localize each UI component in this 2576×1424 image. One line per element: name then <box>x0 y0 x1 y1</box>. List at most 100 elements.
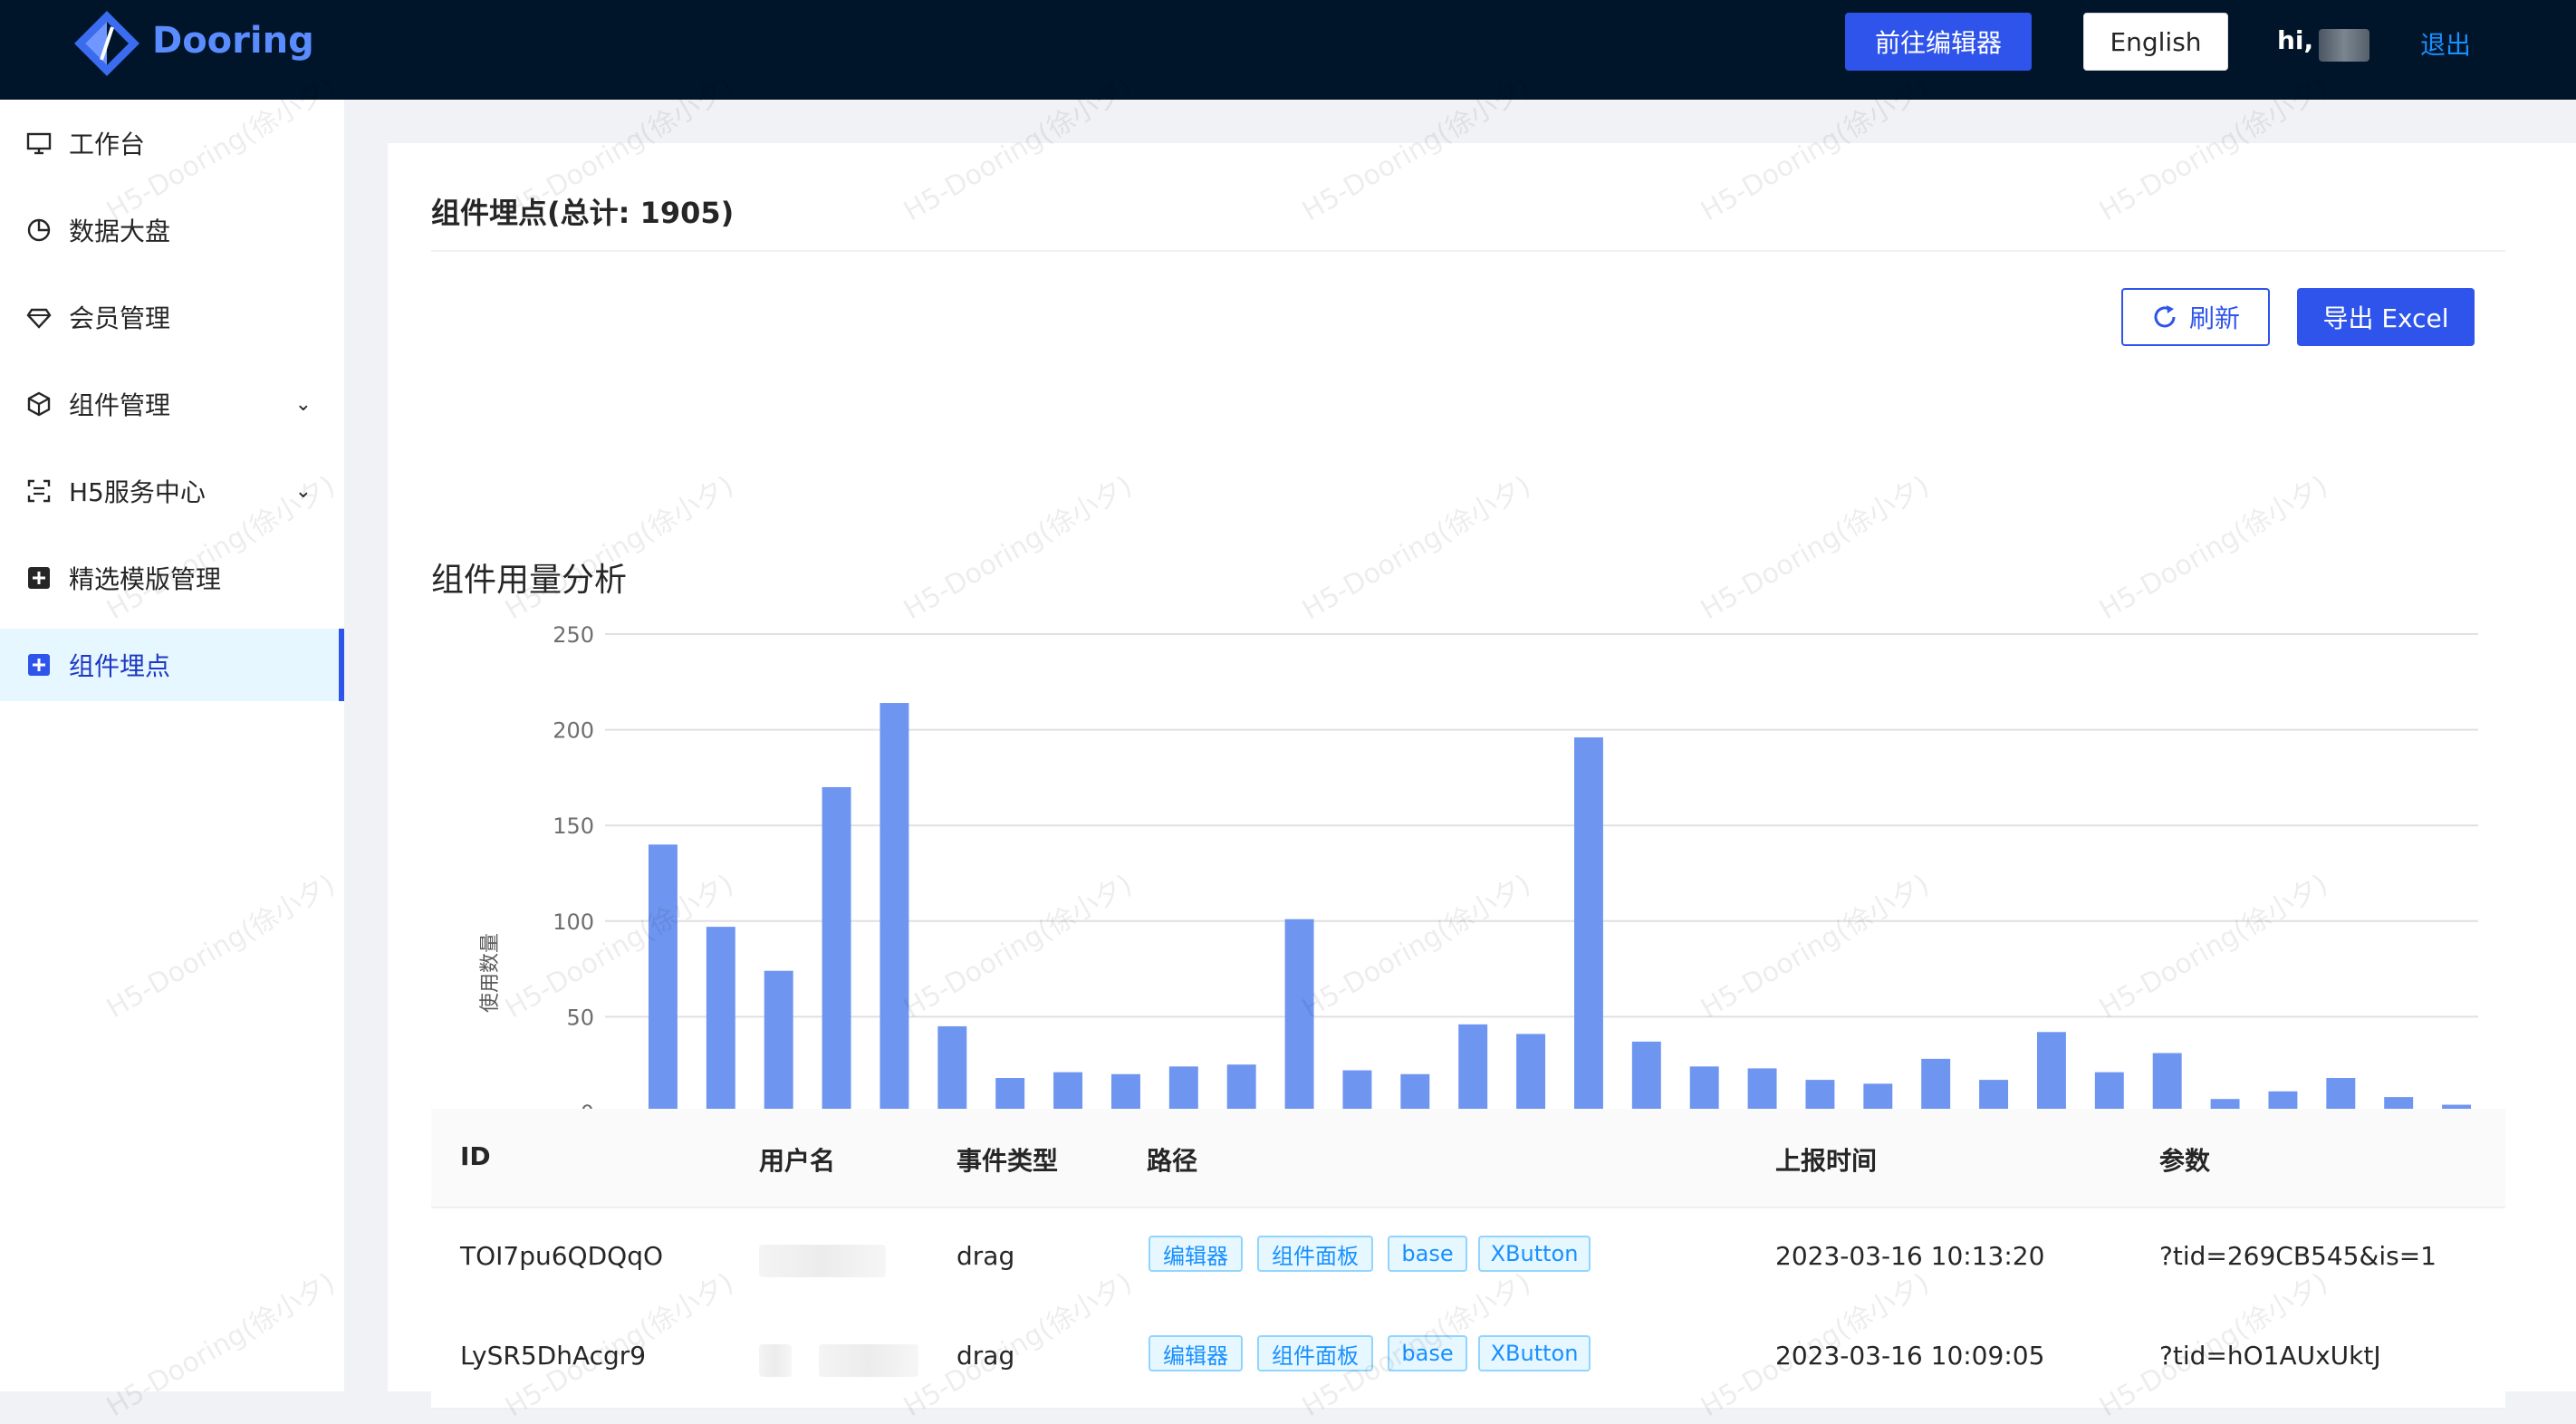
y-tick-label: 150 <box>553 813 594 839</box>
sidebar-item-dashboard[interactable]: 数据大盘 <box>0 194 344 266</box>
chevron-down-icon[interactable]: ⌄ <box>295 393 312 416</box>
pie-chart-icon <box>25 216 53 244</box>
bar <box>1747 1068 1777 1112</box>
cell-username-blurred <box>759 1344 792 1377</box>
diamond-icon <box>25 303 53 331</box>
cube-icon <box>25 390 53 418</box>
column-header-id: ID <box>460 1141 491 1171</box>
path-tag: 编辑器 <box>1149 1236 1243 1272</box>
table-header: ID 用户名 事件类型 路径 上报时间 参数 <box>431 1109 2505 1208</box>
cell-id: TOI7pu6QDQqO <box>460 1241 663 1271</box>
sidebar-item-h5-service[interactable]: H5服务中心 ⌄ <box>0 455 344 527</box>
y-tick-label: 50 <box>566 1005 594 1030</box>
bar <box>937 1025 967 1112</box>
column-header-path: 路径 <box>1147 1146 1198 1176</box>
path-tag: 组件面板 <box>1257 1335 1373 1371</box>
bar <box>1516 1034 1546 1112</box>
sidebar-item-label: 数据大盘 <box>69 216 171 246</box>
bar <box>1458 1024 1488 1112</box>
cell-username-blurred <box>819 1344 918 1377</box>
plus-square-icon <box>25 651 53 678</box>
path-tag: 编辑器 <box>1149 1335 1243 1371</box>
sidebar-item-members[interactable]: 会员管理 <box>0 281 344 353</box>
go-to-editor-button[interactable]: 前往编辑器 <box>1845 13 2032 71</box>
sidebar-item-label: 组件管理 <box>69 390 171 420</box>
sidebar: 工作台 数据大盘 会员管理 组件管理 ⌄ H5服务中心 ⌄ 精选模版管理 组件埋… <box>0 100 344 1391</box>
sidebar-item-label: 精选模版管理 <box>69 564 222 594</box>
bar <box>764 970 793 1112</box>
bar <box>1921 1058 1951 1112</box>
top-header: Dooring 前往编辑器 English hi, 退出 <box>0 0 2576 100</box>
bar <box>1110 1073 1140 1112</box>
column-header-report-time: 上报时间 <box>1775 1146 1878 1176</box>
export-excel-button[interactable]: 导出 Excel <box>2297 288 2475 346</box>
bar <box>995 1077 1025 1112</box>
username-blurred <box>2319 29 2369 62</box>
chevron-down-icon[interactable]: ⌄ <box>295 480 312 503</box>
refresh-button[interactable]: 刷新 <box>2121 288 2270 346</box>
path-tag: base <box>1388 1236 1467 1272</box>
table-row[interactable]: TOI7pu6QDQqO drag 编辑器 组件面板 base XButton … <box>431 1208 2505 1310</box>
bar <box>1226 1064 1256 1112</box>
bar <box>1805 1080 1835 1112</box>
bar <box>706 927 735 1112</box>
bar <box>2152 1053 2182 1112</box>
cell-params: ?tid=269CB545&is=1 <box>2159 1241 2437 1271</box>
bar <box>879 703 909 1112</box>
bar <box>2094 1072 2124 1112</box>
bar <box>1979 1080 2009 1112</box>
column-header-event-type: 事件类型 <box>956 1146 1059 1176</box>
monitor-icon <box>25 130 53 157</box>
table-row[interactable]: LySR5DhAcgr9 drag 编辑器 组件面板 base XButton … <box>431 1308 2505 1410</box>
y-tick-label: 100 <box>553 909 594 935</box>
y-tick-label: 200 <box>553 718 594 744</box>
cell-params: ?tid=hO1AUxUktJ <box>2159 1341 2381 1371</box>
cell-event-type: drag <box>956 1341 1015 1371</box>
cell-report-time: 2023-03-16 10:13:20 <box>1775 1241 2045 1271</box>
bar <box>1342 1070 1372 1112</box>
bar <box>2036 1032 2066 1112</box>
column-header-params: 参数 <box>2159 1146 2211 1176</box>
plus-square-icon <box>25 564 53 592</box>
language-switch-button[interactable]: English <box>2083 13 2228 71</box>
sidebar-item-label: 会员管理 <box>69 303 171 333</box>
sidebar-item-components[interactable]: 组件管理 ⌄ <box>0 368 344 440</box>
bar <box>1400 1073 1430 1112</box>
sidebar-item-workbench[interactable]: 工作台 <box>0 107 344 179</box>
logout-link[interactable]: 退出 <box>2420 25 2471 62</box>
bar <box>1168 1066 1198 1112</box>
page-title: 组件埋点(总计: 1905) <box>431 196 735 230</box>
bar <box>1053 1072 1083 1112</box>
sidebar-item-label: 工作台 <box>69 130 146 159</box>
scan-icon <box>25 477 53 505</box>
bar <box>822 786 851 1112</box>
path-tag: base <box>1388 1335 1467 1371</box>
bar <box>648 844 678 1112</box>
sidebar-item-templates[interactable]: 精选模版管理 <box>0 542 344 614</box>
path-tag: XButton <box>1478 1236 1591 1272</box>
bar <box>1284 919 1314 1112</box>
path-tag: XButton <box>1478 1335 1591 1371</box>
column-header-username: 用户名 <box>759 1146 836 1176</box>
y-tick-label: 250 <box>553 622 594 648</box>
sidebar-item-tracking[interactable]: 组件埋点 <box>0 629 344 701</box>
user-greeting: hi, <box>2277 25 2314 55</box>
refresh-icon <box>2154 305 2176 328</box>
logo-text: Dooring <box>152 20 314 62</box>
bar <box>1631 1041 1661 1112</box>
sidebar-item-label: 组件埋点 <box>69 651 171 681</box>
cell-username-blurred <box>759 1245 886 1277</box>
path-tag: 组件面板 <box>1257 1236 1373 1272</box>
bar <box>1689 1066 1719 1112</box>
bar <box>1573 737 1603 1112</box>
refresh-label: 刷新 <box>2188 303 2240 333</box>
sidebar-item-label: H5服务中心 <box>69 477 206 507</box>
title-divider <box>431 250 2505 252</box>
cell-id: LySR5DhAcgr9 <box>460 1341 647 1371</box>
bar <box>2326 1077 2356 1112</box>
dooring-logo-icon <box>74 11 139 76</box>
cell-report-time: 2023-03-16 10:09:05 <box>1775 1341 2045 1371</box>
cell-event-type: drag <box>956 1241 1015 1271</box>
y-axis-label: 使用数量 <box>479 933 502 1013</box>
chart-title: 组件用量分析 <box>431 562 627 599</box>
